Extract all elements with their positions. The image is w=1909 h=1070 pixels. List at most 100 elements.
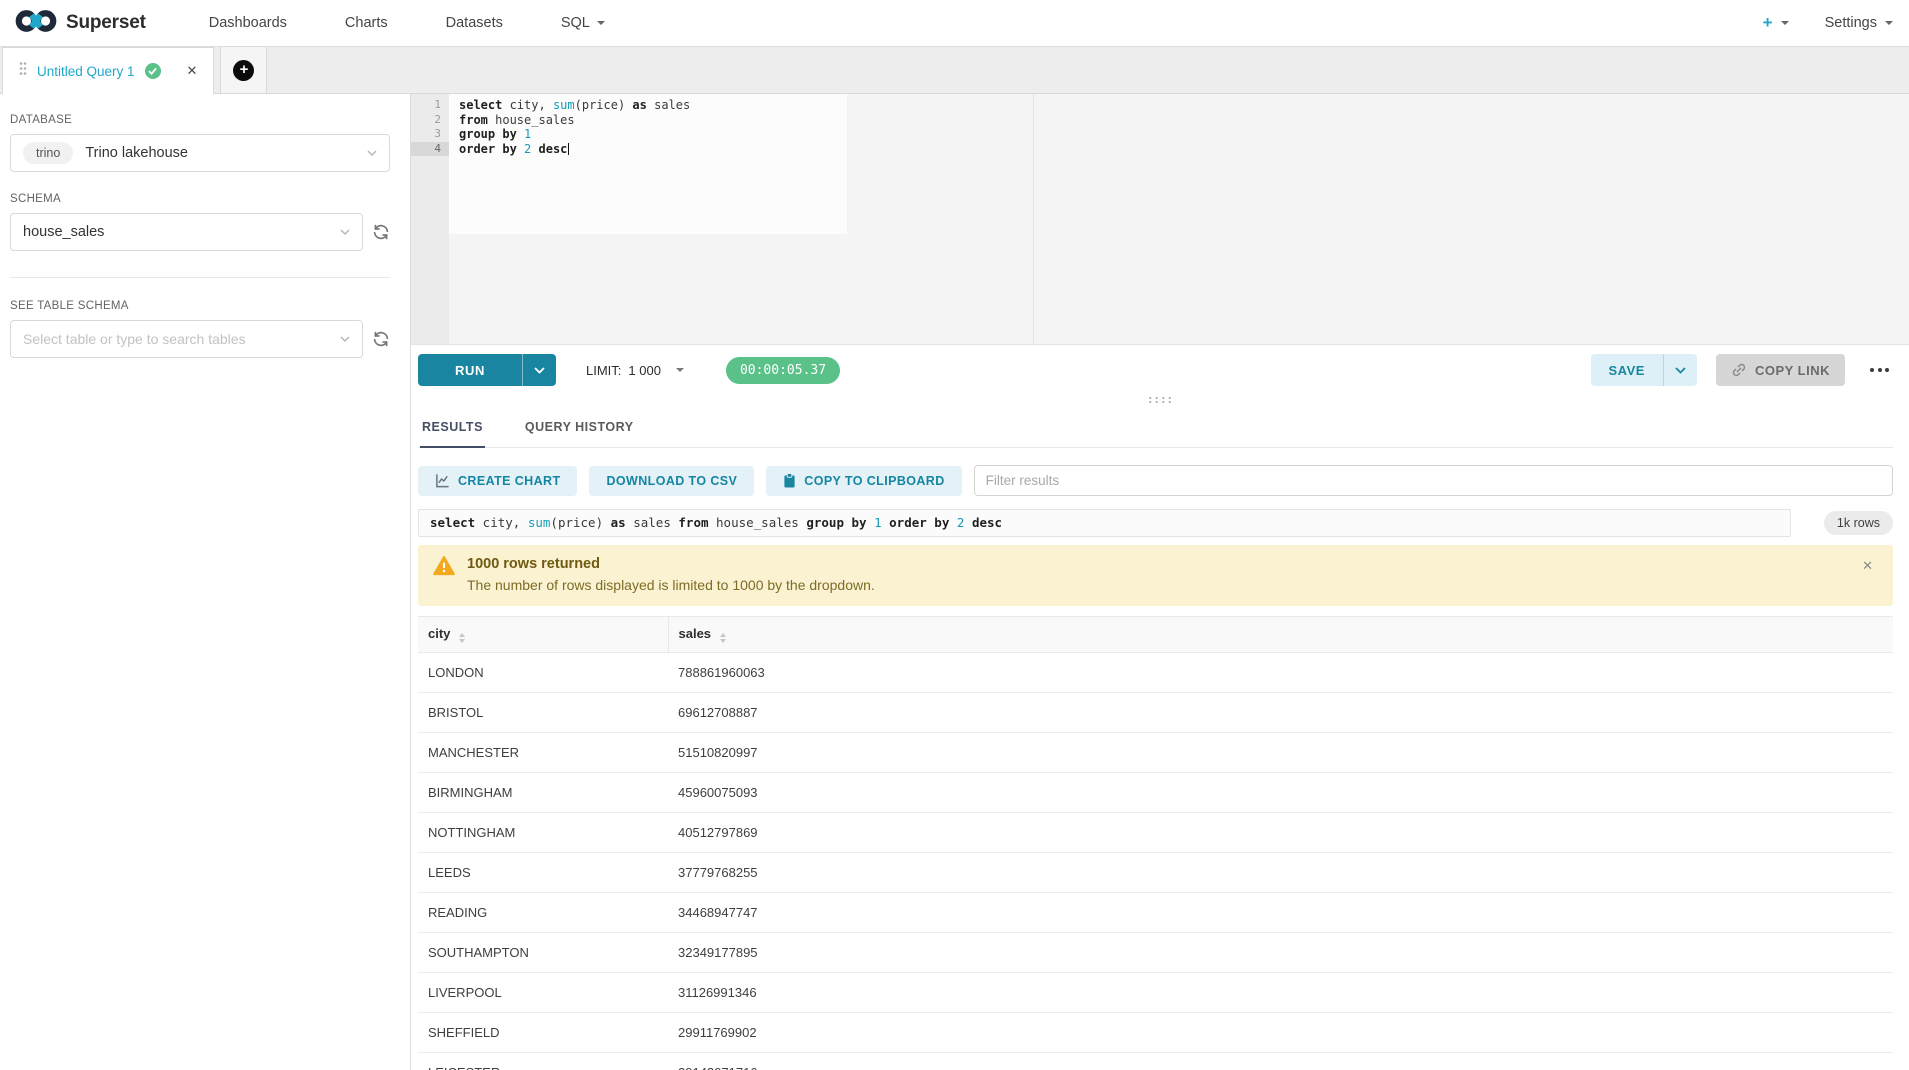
limit-label: LIMIT: xyxy=(586,363,621,378)
table-row[interactable]: NOTTINGHAM 40512797869 xyxy=(418,813,1893,853)
add-tab-button[interactable]: + xyxy=(220,47,267,93)
city-cell: LONDON xyxy=(418,653,668,693)
table-row[interactable]: LIVERPOOL 31126991346 xyxy=(418,973,1893,1013)
table-schema-label: SEE TABLE SCHEMA xyxy=(10,300,390,312)
chevron-down-icon xyxy=(367,150,377,156)
tab-untitled-query-1[interactable]: Untitled Query 1 ✕ xyxy=(2,47,214,94)
copy-clipboard-button[interactable]: COPY TO CLIPBOARD xyxy=(766,466,961,496)
results-pane: RESULTS QUERY HISTORY CREATE CHART DOWNL… xyxy=(411,405,1909,1070)
table-row[interactable]: LEICESTER 29142071716 xyxy=(418,1053,1893,1070)
city-cell: SHEFFIELD xyxy=(418,1013,668,1053)
table-select[interactable]: Select table or type to search tables xyxy=(10,320,363,358)
chart-icon xyxy=(435,473,450,488)
more-menu-icon[interactable] xyxy=(1866,362,1893,378)
sales-cell: 32349177895 xyxy=(668,933,1893,973)
city-cell: NOTTINGHAM xyxy=(418,813,668,853)
table-row[interactable]: BIRMINGHAM 45960075093 xyxy=(418,773,1893,813)
executed-query-row: select city, sum(price) as sales from ho… xyxy=(418,509,1893,537)
tab-results[interactable]: RESULTS xyxy=(420,411,485,448)
column-header-city[interactable]: city xyxy=(418,617,668,653)
save-options-caret[interactable] xyxy=(1663,354,1697,386)
close-alert-icon[interactable]: ✕ xyxy=(1858,556,1877,593)
table-row[interactable]: BRISTOL 69612708887 xyxy=(418,693,1893,733)
new-item-button[interactable]: + xyxy=(1763,13,1773,33)
link-icon xyxy=(1731,362,1747,378)
city-cell: LEEDS xyxy=(418,853,668,893)
nav-dashboards[interactable]: Dashboards xyxy=(180,15,316,31)
table-row[interactable]: SOUTHAMPTON 32349177895 xyxy=(418,933,1893,973)
warning-icon xyxy=(433,556,455,576)
city-cell: BRISTOL xyxy=(418,693,668,733)
sales-cell: 37779768255 xyxy=(668,853,1893,893)
sales-cell: 45960075093 xyxy=(668,773,1893,813)
results-tabbar: RESULTS QUERY HISTORY xyxy=(418,411,1893,448)
results-table: city sales LONDON 788861960063 xyxy=(418,616,1893,1070)
city-cell: READING xyxy=(418,893,668,933)
sales-cell: 29911769902 xyxy=(668,1013,1893,1053)
schema-label: SCHEMA xyxy=(10,193,390,205)
nav-datasets[interactable]: Datasets xyxy=(417,15,532,31)
chevron-down-icon[interactable] xyxy=(1885,21,1893,25)
refresh-schemas-icon[interactable] xyxy=(372,223,390,241)
table-select-placeholder: Select table or type to search tables xyxy=(23,331,246,347)
drag-handle-icon[interactable] xyxy=(19,61,27,81)
editor-code[interactable]: select city, sum(price) as salesfrom hou… xyxy=(449,98,690,156)
results-actions-row: CREATE CHART DOWNLOAD TO CSV COPY TO CLI… xyxy=(418,465,1893,496)
city-cell: MANCHESTER xyxy=(418,733,668,773)
sidebar-divider xyxy=(10,277,390,278)
database-type-badge: trino xyxy=(23,142,73,164)
table-row[interactable]: MANCHESTER 51510820997 xyxy=(418,733,1893,773)
refresh-tables-icon[interactable] xyxy=(372,330,390,348)
city-cell: LEICESTER xyxy=(418,1053,668,1070)
sales-cell: 69612708887 xyxy=(668,693,1893,733)
plus-icon: + xyxy=(233,60,254,81)
resize-grip[interactable] xyxy=(1147,396,1173,403)
brand-name: Superset xyxy=(66,12,146,34)
chevron-down-icon xyxy=(340,336,350,342)
top-navbar: Superset Dashboards Charts Datasets SQL … xyxy=(0,0,1909,47)
sql-editor[interactable]: 1234 select city, sum(price) as salesfro… xyxy=(411,94,1909,345)
tab-query-history[interactable]: QUERY HISTORY xyxy=(523,411,636,447)
query-tabbar: Untitled Query 1 ✕ + xyxy=(0,47,1909,94)
limit-value: 1 000 xyxy=(628,363,661,378)
sales-cell: 31126991346 xyxy=(668,973,1893,1013)
rows-limit-alert: 1000 rows returned The number of rows di… xyxy=(418,545,1893,606)
sales-cell: 34468947747 xyxy=(668,893,1893,933)
alert-title: 1000 rows returned xyxy=(467,556,875,572)
database-select[interactable]: trino Trino lakehouse xyxy=(10,134,390,172)
chevron-down-icon[interactable] xyxy=(1781,21,1789,25)
schema-value: house_sales xyxy=(23,224,104,240)
table-row[interactable]: LONDON 788861960063 xyxy=(418,653,1893,693)
schema-select[interactable]: house_sales xyxy=(10,213,363,251)
run-options-caret[interactable] xyxy=(522,354,556,386)
sales-cell: 29142071716 xyxy=(668,1053,1893,1070)
run-button[interactable]: RUN xyxy=(418,354,556,386)
clipboard-icon xyxy=(783,473,796,488)
table-row[interactable]: LEEDS 37779768255 xyxy=(418,853,1893,893)
nav-charts[interactable]: Charts xyxy=(316,15,417,31)
column-header-sales[interactable]: sales xyxy=(668,617,1893,653)
editor-toolbar: RUN LIMIT: 1 000 00:00:05.37 SAVE xyxy=(411,345,1909,395)
table-row[interactable]: READING 34468947747 xyxy=(418,893,1893,933)
nav-sql[interactable]: SQL xyxy=(532,15,634,31)
sqllab-left-sidebar: DATABASE trino Trino lakehouse SCHEMA ho… xyxy=(0,94,410,1070)
sales-cell: 51510820997 xyxy=(668,733,1893,773)
editor-print-margin xyxy=(1033,94,1034,344)
save-button[interactable]: SAVE xyxy=(1591,354,1697,386)
sales-cell: 788861960063 xyxy=(668,653,1893,693)
executed-query-text: select city, sum(price) as sales from ho… xyxy=(418,509,1791,537)
download-csv-button[interactable]: DOWNLOAD TO CSV xyxy=(589,466,754,496)
sort-icon[interactable] xyxy=(459,633,465,643)
table-row[interactable]: SHEFFIELD 29911769902 xyxy=(418,1013,1893,1053)
filter-results-input[interactable] xyxy=(974,465,1893,496)
close-tab-icon[interactable]: ✕ xyxy=(187,63,198,79)
city-cell: SOUTHAMPTON xyxy=(418,933,668,973)
settings-menu[interactable]: Settings xyxy=(1825,15,1877,31)
sort-icon[interactable] xyxy=(720,633,726,643)
copy-link-button[interactable]: COPY LINK xyxy=(1716,354,1845,386)
row-count-badge: 1k rows xyxy=(1824,511,1893,535)
superset-brand[interactable]: Superset xyxy=(14,7,146,40)
alert-message: The number of rows displayed is limited … xyxy=(467,577,875,593)
create-chart-button[interactable]: CREATE CHART xyxy=(418,466,577,496)
limit-dropdown[interactable]: LIMIT: 1 000 xyxy=(586,363,684,378)
